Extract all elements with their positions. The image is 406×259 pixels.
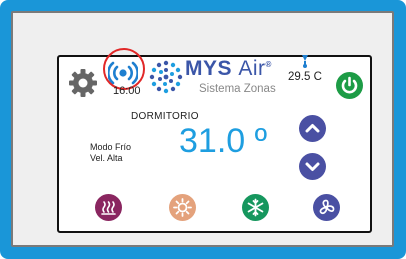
highlight-ring — [103, 48, 145, 90]
brand-name-main: MYS — [185, 57, 233, 80]
mode-info: Modo Frío Vel. Alta — [90, 142, 131, 164]
fan-icon — [319, 199, 335, 215]
temperature-down-button[interactable] — [299, 153, 326, 180]
wall-plate: 16:00 MYS Air® Sistema Zonas 29.5 C DORM… — [11, 11, 394, 247]
thermometer-icon — [302, 55, 308, 68]
brand-name: MYS Air® — [185, 57, 272, 81]
brand-registered-mark: ® — [265, 60, 272, 69]
snowflake-icon — [247, 198, 264, 217]
cool-mode-button[interactable] — [242, 194, 269, 221]
mode-label: Modo Frío — [90, 142, 132, 152]
device-bezel: 16:00 MYS Air® Sistema Zonas 29.5 C DORM… — [0, 0, 406, 259]
setpoint-temperature: 31.0 º — [179, 122, 268, 160]
zone-name: DORMITORIO — [131, 111, 199, 122]
temperature-up-button[interactable] — [299, 115, 326, 142]
power-icon — [341, 76, 358, 94]
brand-name-suffix: Air — [238, 57, 266, 80]
outdoor-temperature: 29.5 C — [288, 71, 322, 83]
sun-icon — [173, 198, 192, 217]
heat-mode-button[interactable] — [95, 194, 122, 221]
sun-mode-button[interactable] — [169, 194, 196, 221]
heat-waves-icon — [101, 201, 116, 215]
brand-subtitle: Sistema Zonas — [199, 83, 276, 95]
fan-mode-button[interactable] — [313, 194, 340, 221]
chevron-down-icon — [305, 162, 320, 171]
clock-display: 16:00 — [113, 85, 141, 97]
touch-screen: 16:00 MYS Air® Sistema Zonas 29.5 C DORM… — [57, 48, 372, 233]
gear-icon[interactable] — [68, 68, 98, 98]
brand-logo-icon — [149, 60, 183, 94]
fan-speed-label: Vel. Alta — [90, 153, 123, 163]
chevron-up-icon — [305, 124, 320, 133]
power-button[interactable] — [336, 72, 363, 99]
